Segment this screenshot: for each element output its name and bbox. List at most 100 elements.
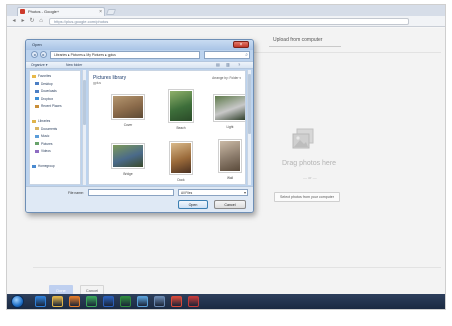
nav-item[interactable]: Videos: [35, 149, 51, 153]
folder-icon: [35, 134, 39, 138]
file-type-select[interactable]: All Files ▾: [178, 189, 248, 196]
folder-icon: [32, 164, 36, 168]
file-list-scrollbar[interactable]: [247, 70, 251, 185]
nav-item[interactable]: Music: [35, 134, 49, 138]
dialog-address-row: ◂ ▸ Libraries ▸ Pictures ▸ My Pictures ▸…: [30, 51, 251, 60]
photo-thumbnail[interactable]: [218, 139, 242, 173]
google-plus-favicon-icon: [20, 9, 25, 14]
excel-taskbar-icon[interactable]: [120, 296, 131, 307]
file-type-value: All Files: [181, 191, 193, 195]
new-tab-button[interactable]: [105, 9, 117, 15]
nav-item[interactable]: Documents: [35, 127, 57, 131]
dialog-cancel-button[interactable]: Cancel: [214, 200, 246, 209]
preview-pane-icon[interactable]: ▥: [226, 62, 230, 67]
folder-icon: [35, 149, 39, 153]
footer-divider: [33, 267, 441, 268]
word-taskbar-icon[interactable]: [103, 296, 114, 307]
tab-close-icon[interactable]: ×: [99, 8, 102, 16]
scroll-thumb[interactable]: [248, 74, 251, 134]
file-open-dialog: Open × ◂ ▸ Libraries ▸ Pictures ▸ My Pic…: [25, 39, 254, 213]
file-name-input[interactable]: [88, 189, 174, 196]
photo-image: [220, 141, 240, 171]
arrange-by-dropdown[interactable]: Arrange by: Folder ▾: [212, 76, 241, 80]
dialog-back-icon[interactable]: ◂: [31, 51, 38, 58]
nav-item[interactable]: Libraries: [32, 119, 50, 123]
nav-item[interactable]: Desktop: [35, 82, 53, 86]
dialog-forward-icon[interactable]: ▸: [40, 51, 47, 58]
upload-from-computer-tab[interactable]: Upload from computer: [273, 37, 322, 43]
photo-filename: Dock: [177, 178, 185, 182]
back-icon[interactable]: ◂: [10, 17, 18, 25]
photo-image: [113, 96, 143, 118]
photo-filename: Cover: [123, 123, 133, 127]
dialog-path-breadcrumb[interactable]: Libraries ▸ Pictures ▸ My Pictures ▸ gpl…: [50, 51, 200, 59]
folder-icon: [35, 82, 39, 86]
ie-taskbar-icon[interactable]: [35, 296, 46, 307]
navigation-scrollbar[interactable]: [82, 70, 86, 185]
paint-taskbar-icon[interactable]: [171, 296, 182, 307]
nav-item-label: Recent Places: [41, 104, 62, 108]
photo-image: [170, 91, 192, 121]
photos-stack-icon: [292, 128, 314, 149]
folder-icon: [32, 119, 36, 123]
reload-icon[interactable]: ↻: [28, 17, 36, 25]
nav-item[interactable]: Favorites: [32, 74, 51, 78]
start-button[interactable]: [11, 295, 24, 308]
photo-filename: Wall: [226, 176, 234, 180]
nav-item-label: Documents: [41, 126, 58, 131]
folder-icon: [35, 97, 39, 101]
home-icon[interactable]: ⌂: [37, 17, 45, 25]
nav-item-label: Videos: [41, 149, 51, 153]
or-separator: — or —: [303, 175, 317, 180]
forward-icon[interactable]: ▸: [19, 17, 27, 25]
browser-tabstrip: Photos - Google+ ×: [7, 5, 445, 16]
navigation-pane: Favorites Desktop Downloads Dropbox Recent P…: [29, 70, 81, 185]
help-icon[interactable]: ?: [238, 62, 240, 67]
photo-thumbnail[interactable]: [213, 94, 245, 122]
photo-filename: Beach: [176, 126, 186, 130]
dialog-search-input[interactable]: ⌕: [204, 51, 250, 59]
photo-thumbnail[interactable]: [169, 141, 193, 175]
dialog-title: Open: [32, 42, 42, 47]
open-button[interactable]: Open: [178, 200, 208, 209]
folder-icon: [32, 74, 36, 78]
nav-item-label: Dropbox: [41, 96, 54, 101]
photo-thumbnail[interactable]: [111, 94, 145, 120]
screen: Photos - Google+ × ◂ ▸ ↻ ⌂ https://plus.…: [6, 4, 446, 310]
scroll-thumb[interactable]: [83, 80, 86, 125]
app-taskbar-icon[interactable]: [188, 296, 199, 307]
media-player-taskbar-icon[interactable]: [69, 296, 80, 307]
nav-item-label: Homegroup: [38, 164, 55, 168]
photo-image: [171, 143, 191, 173]
nav-item[interactable]: Homegroup: [32, 164, 55, 168]
new-folder-button[interactable]: New folder: [66, 63, 82, 67]
tab-title: Photos - Google+: [28, 9, 60, 14]
chrome-taskbar-icon[interactable]: [86, 296, 97, 307]
folder-icon: [35, 104, 39, 108]
organize-menu[interactable]: Organize ▾: [31, 63, 47, 67]
search-icon: ⌕: [245, 52, 248, 58]
browser-tab[interactable]: Photos - Google+ ×: [17, 7, 105, 16]
photo-thumbnail[interactable]: [111, 143, 145, 169]
nav-item-label: Music: [41, 134, 50, 138]
library-subtitle: gplus: [93, 81, 102, 85]
nav-item[interactable]: Dropbox: [35, 97, 53, 101]
photo-thumbnail[interactable]: [168, 89, 194, 123]
network-taskbar-icon[interactable]: [154, 296, 165, 307]
dialog-bottom-bar: File name: All Files ▾ Open Cancel: [26, 186, 253, 212]
dialog-close-button[interactable]: ×: [233, 41, 249, 48]
photos-taskbar-icon[interactable]: [137, 296, 148, 307]
nav-item[interactable]: Downloads: [35, 89, 57, 93]
select-photos-button[interactable]: Select photos from your computer: [274, 192, 340, 202]
nav-item[interactable]: Recent Places: [35, 104, 62, 108]
view-options-icon[interactable]: ▤: [216, 62, 220, 67]
nav-item-label: Pictures: [41, 141, 53, 146]
photo-filename: Bridge: [123, 172, 133, 176]
address-bar[interactable]: https://plus.google.com/photos: [49, 18, 409, 25]
folder-icon: [35, 142, 39, 146]
tab-underline: [269, 46, 341, 47]
nav-item-label: Downloads: [41, 89, 57, 93]
explorer-taskbar-icon[interactable]: [52, 296, 63, 307]
nav-item[interactable]: Pictures: [35, 142, 53, 146]
dialog-titlebar: Open ×: [26, 40, 253, 50]
